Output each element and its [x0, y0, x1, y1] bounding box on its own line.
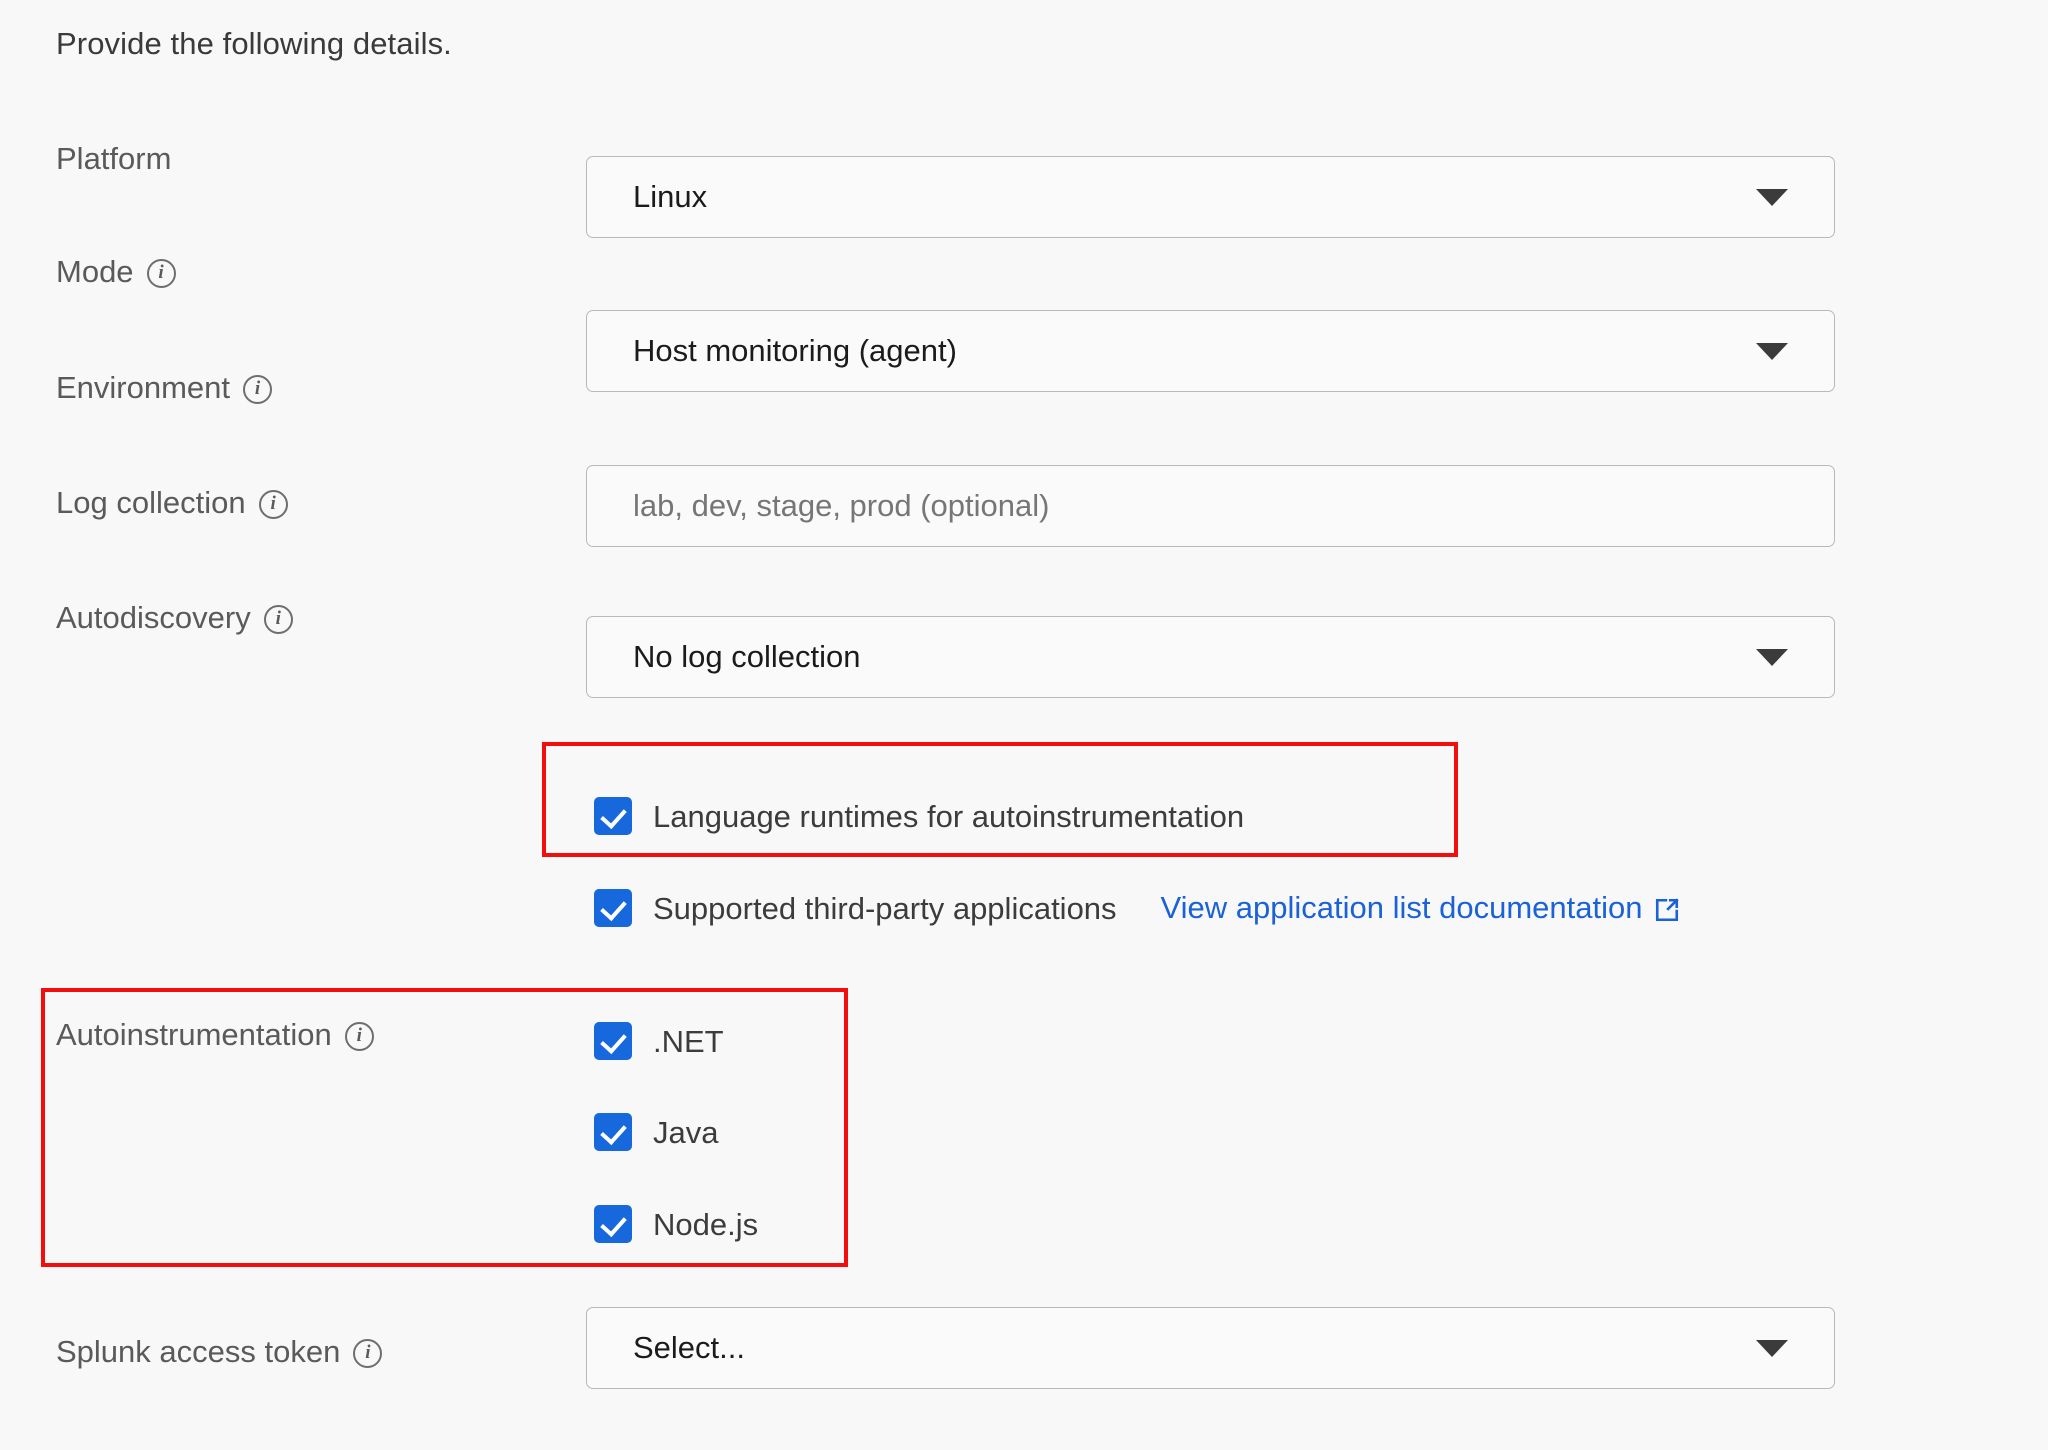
- chevron-down-icon: [1756, 342, 1788, 360]
- info-icon[interactable]: i: [258, 489, 288, 519]
- splunk-access-token-label: Splunk access token i: [56, 1334, 383, 1370]
- autodiscovery-option-0-label: Language runtimes for autoinstrumentatio…: [653, 799, 1245, 834]
- autoinstrumentation-option-1-label: Java: [653, 1115, 719, 1150]
- autoinstrumentation-option-java[interactable]: Java: [594, 1113, 718, 1151]
- environment-input[interactable]: lab, dev, stage, prod (optional): [586, 465, 1835, 547]
- platform-select[interactable]: Linux: [586, 156, 1835, 238]
- chevron-down-icon: [1756, 648, 1788, 666]
- autodiscovery-option-third-party[interactable]: Supported third-party applications View …: [594, 889, 1680, 927]
- info-icon[interactable]: i: [344, 1021, 374, 1051]
- application-list-documentation-link[interactable]: View application list documentation: [1161, 890, 1680, 926]
- splunk-access-token-value: Select...: [633, 1330, 745, 1365]
- environment-label-text: Environment: [56, 370, 231, 405]
- log-collection-label: Log collection i: [56, 485, 288, 521]
- checkmark-icon[interactable]: [594, 797, 632, 835]
- checkmark-icon[interactable]: [594, 1022, 632, 1060]
- splunk-access-token-select[interactable]: Select...: [586, 1307, 1835, 1389]
- environment-label: Environment i: [56, 370, 273, 406]
- application-list-documentation-link-text: View application list documentation: [1160, 890, 1643, 925]
- autodiscovery-option-language-runtimes[interactable]: Language runtimes for autoinstrumentatio…: [594, 797, 1244, 835]
- mode-value: Host monitoring (agent): [633, 333, 957, 368]
- platform-label: Platform: [56, 141, 171, 177]
- info-icon[interactable]: i: [146, 258, 176, 288]
- autoinstrumentation-label-text: Autoinstrumentation: [56, 1017, 332, 1052]
- autodiscovery-label: Autodiscovery i: [56, 600, 293, 636]
- platform-label-text: Platform: [56, 141, 172, 176]
- chevron-down-icon: [1756, 188, 1788, 206]
- info-icon[interactable]: i: [243, 374, 273, 404]
- checkmark-icon[interactable]: [594, 889, 632, 927]
- splunk-access-token-label-text: Splunk access token: [56, 1334, 341, 1369]
- platform-value: Linux: [633, 179, 708, 214]
- chevron-down-icon: [1756, 1339, 1788, 1357]
- page-intro-text: Provide the following details.: [56, 26, 452, 61]
- info-icon[interactable]: i: [263, 604, 293, 634]
- autoinstrumentation-option-0-label: .NET: [653, 1024, 724, 1059]
- checkmark-icon[interactable]: [594, 1113, 632, 1151]
- log-collection-label-text: Log collection: [56, 485, 246, 520]
- info-icon[interactable]: i: [353, 1338, 383, 1368]
- autoinstrumentation-option-nodejs[interactable]: Node.js: [594, 1205, 758, 1243]
- autodiscovery-label-text: Autodiscovery: [56, 600, 251, 635]
- log-collection-value: No log collection: [633, 639, 861, 674]
- autoinstrumentation-label: Autoinstrumentation i: [56, 1017, 374, 1053]
- environment-placeholder: lab, dev, stage, prod (optional): [633, 488, 1050, 523]
- checkmark-icon[interactable]: [594, 1205, 632, 1243]
- external-link-icon: [1655, 898, 1679, 922]
- log-collection-select[interactable]: No log collection: [586, 616, 1835, 698]
- mode-label: Mode i: [56, 254, 176, 290]
- autoinstrumentation-option-2-label: Node.js: [653, 1207, 759, 1242]
- setup-form-page: Provide the following details. Platform …: [0, 0, 2048, 1450]
- mode-select[interactable]: Host monitoring (agent): [586, 310, 1835, 392]
- autodiscovery-option-1-label: Supported third-party applications: [653, 891, 1117, 926]
- autoinstrumentation-option-dotnet[interactable]: .NET: [594, 1022, 724, 1060]
- mode-label-text: Mode: [56, 254, 134, 289]
